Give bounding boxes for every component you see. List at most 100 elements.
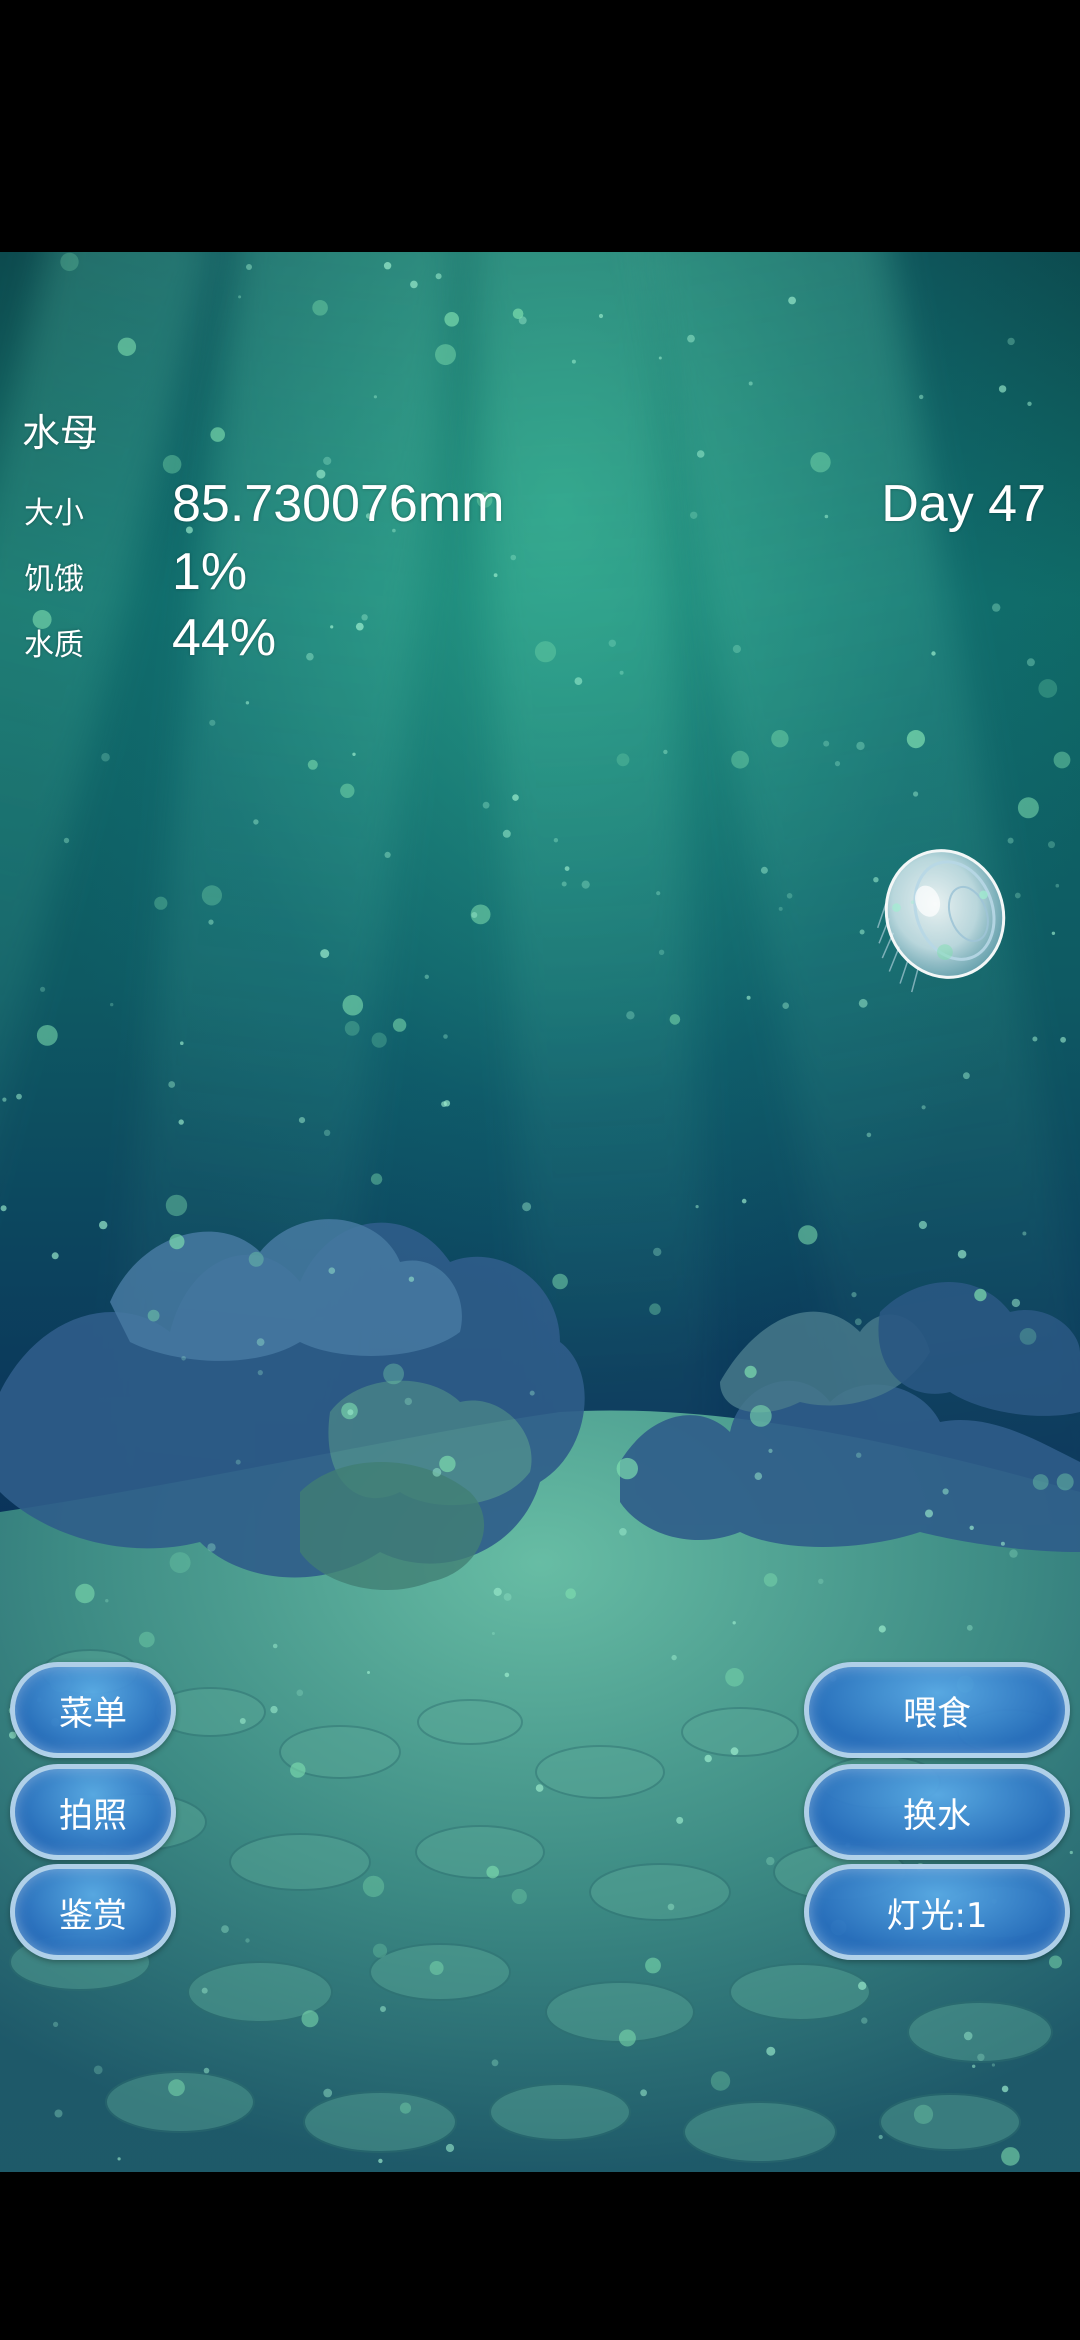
plankton-particle <box>342 994 364 1016</box>
plankton-particle <box>859 929 865 935</box>
plankton-particle <box>861 2017 868 2024</box>
light-button[interactable]: 灯光:1 <box>804 1864 1070 1960</box>
plankton-particle <box>760 866 768 874</box>
plankton-particle <box>856 741 865 751</box>
plankton-particle <box>992 603 1001 612</box>
plankton-particle <box>918 1220 928 1230</box>
plankton-particle <box>522 1202 532 1212</box>
menu-button-label: 菜单 <box>59 1693 127 1734</box>
plankton-particle <box>383 1363 404 1385</box>
plankton-particle <box>169 1234 185 1250</box>
plankton-particle <box>608 639 616 647</box>
plankton-particle <box>856 1452 862 1458</box>
game-screen: 水母 大小 85.730076mm 饥饿 1% 水质 44% Day 47 菜单… <box>0 0 1080 2340</box>
plankton-particle <box>239 1718 246 1724</box>
plankton-particle <box>439 1455 456 1473</box>
plankton-particle <box>704 1754 712 1763</box>
plankton-particle <box>966 1624 973 1631</box>
plankton-particle <box>710 2071 731 2091</box>
plankton-particle <box>991 2063 996 2067</box>
plankton-particle <box>298 1117 306 1124</box>
light-button-label: 灯光:1 <box>886 1895 988 1936</box>
plankton-particle <box>301 2010 319 2028</box>
plankton-particle <box>749 1405 772 1427</box>
menu-button[interactable]: 菜单 <box>10 1662 176 1758</box>
hunger-label: 饥饿 <box>24 562 84 597</box>
plankton-particle <box>399 2102 412 2114</box>
plankton-particle <box>687 334 695 343</box>
plankton-particle <box>168 1081 176 1088</box>
plankton-particle <box>290 1762 306 1778</box>
plankton-particle <box>619 1528 627 1536</box>
plankton-particle <box>138 1631 155 1648</box>
plankton-particle <box>312 300 328 316</box>
plankton-particle <box>75 1583 95 1604</box>
plankton-particle <box>598 313 604 319</box>
plankton-particle <box>101 752 110 762</box>
plankton-particle <box>921 1105 926 1110</box>
plankton-particle <box>1022 1231 1027 1236</box>
plankton-particle <box>658 949 665 955</box>
plankton-particle <box>404 1397 412 1406</box>
plankton-particle <box>512 308 524 320</box>
plankton-particle <box>671 1654 677 1661</box>
plankton-particle <box>445 2143 455 2153</box>
plankton-particle <box>937 944 953 960</box>
plankton-particle <box>1001 2147 1020 2166</box>
plankton-particle <box>235 1459 241 1465</box>
plankton-particle <box>486 1865 500 1879</box>
plankton-particle <box>763 1573 778 1587</box>
plankton-particle <box>504 1672 510 1678</box>
plankton-particle <box>210 427 225 442</box>
plankton-particle <box>502 829 511 838</box>
plankton-particle <box>653 1247 662 1257</box>
plankton-particle <box>93 2065 103 2075</box>
plankton-particle <box>367 1671 370 1674</box>
plankton-particle <box>378 2158 383 2164</box>
plankton-particle <box>248 1251 264 1267</box>
plankton-particle <box>834 761 841 767</box>
size-value: 85.730076mm <box>172 475 505 533</box>
feed-button[interactable]: 喂食 <box>804 1662 1070 1758</box>
change-water-button-label: 换水 <box>903 1795 971 1836</box>
plankton-particle <box>1038 679 1058 698</box>
plankton-particle <box>2 1097 7 1102</box>
plankton-particle <box>640 2089 647 2097</box>
plankton-particle <box>931 651 936 656</box>
plankton-particle <box>53 2021 59 2027</box>
plankton-particle <box>695 1205 699 1209</box>
size-label: 大小 <box>24 496 84 531</box>
plankton-particle <box>272 1643 278 1649</box>
plankton-particle <box>99 1220 108 1230</box>
plankton-particle <box>253 819 259 825</box>
aquarium-view[interactable]: 水母 大小 85.730076mm 饥饿 1% 水质 44% Day 47 菜单… <box>0 252 1080 2172</box>
plankton-particle <box>493 1587 502 1596</box>
plankton-particle <box>656 891 661 896</box>
plankton-particle <box>1056 1473 1074 1491</box>
plankton-particle <box>1000 1541 1005 1546</box>
plankton-particle <box>766 1856 775 1866</box>
plankton-particle <box>245 1938 250 1943</box>
plankton-particle <box>383 262 392 270</box>
plankton-particle <box>384 851 391 859</box>
plankton-particle <box>105 1599 109 1603</box>
plankton-particle <box>1049 1955 1062 1969</box>
plankton-particle <box>972 2064 976 2068</box>
plankton-particle <box>257 1370 263 1376</box>
plankton-particle <box>320 949 330 959</box>
photo-button[interactable]: 拍照 <box>10 1764 176 1860</box>
plankton-particle <box>36 1025 58 1046</box>
plankton-particle <box>873 877 879 883</box>
plankton-particle <box>344 1021 360 1036</box>
plankton-particle <box>181 1356 186 1361</box>
plankton-particle <box>355 622 364 631</box>
plankton-particle <box>16 1093 22 1100</box>
change-water-button[interactable]: 换水 <box>804 1764 1070 1860</box>
gallery-button[interactable]: 鉴赏 <box>10 1864 176 1960</box>
plankton-particle <box>493 573 498 578</box>
plankton-particle <box>1009 1549 1018 1558</box>
plankton-particle <box>998 385 1007 393</box>
plankton-particle <box>1051 931 1056 935</box>
plankton-particle <box>54 2109 63 2118</box>
plankton-particle <box>340 783 355 798</box>
